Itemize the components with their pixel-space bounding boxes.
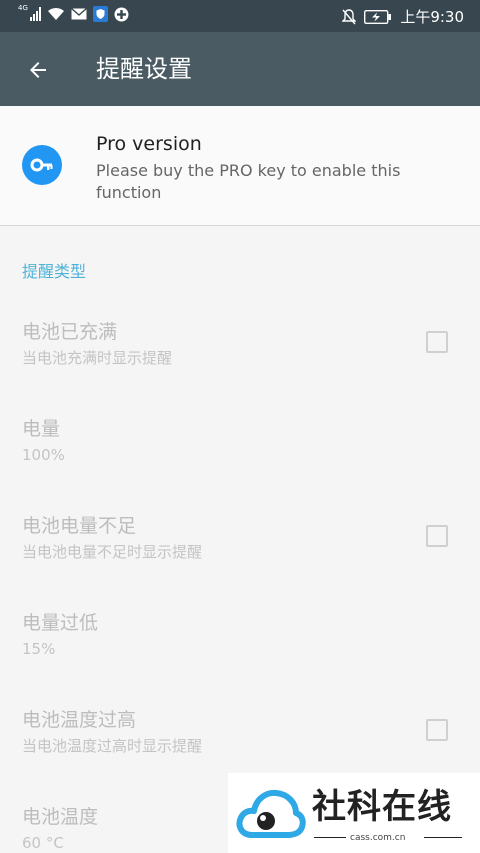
wifi-icon bbox=[47, 7, 64, 20]
pref-battery-low[interactable]: 电池电量不足 当电池电量不足时显示提醒 bbox=[0, 494, 480, 591]
battery-low-checkbox[interactable] bbox=[426, 525, 448, 547]
watermark-rule-right bbox=[424, 837, 462, 838]
clock: 上午9:30 bbox=[400, 8, 464, 26]
pref-temperature-high[interactable]: 电池温度过高 当电池温度过高时显示提醒 bbox=[0, 688, 480, 785]
watermark-url: cass.com.cn bbox=[350, 833, 406, 843]
pro-description: Please buy the PRO key to enable this fu… bbox=[96, 161, 401, 202]
cloud-eye-logo-icon bbox=[236, 789, 306, 838]
watermark-name: 社科在线 bbox=[312, 787, 452, 827]
back-button[interactable] bbox=[18, 50, 58, 90]
preference-list: 电池已充满 当电池充满时显示提醒 电量 100% 电池电量不足 当电池电量不足时… bbox=[0, 300, 480, 853]
pref-battery-full[interactable]: 电池已充满 当电池充满时显示提醒 bbox=[0, 300, 480, 397]
page-title: 提醒设置 bbox=[96, 55, 192, 83]
pref-title: 电量过低 bbox=[22, 612, 99, 634]
network-type: 4G bbox=[18, 3, 28, 12]
pref-title: 电池温度过高 bbox=[22, 709, 137, 731]
status-icons-left: 4G bbox=[18, 3, 129, 22]
watermark: 社科在线 cass.com.cn bbox=[228, 773, 480, 853]
add-circle-icon bbox=[114, 7, 129, 21]
pro-version-banner[interactable]: Pro version Please buy the PRO key to en… bbox=[0, 106, 480, 226]
pref-title: 电池电量不足 bbox=[22, 515, 137, 537]
watermark-rule-left bbox=[314, 837, 346, 838]
pref-summary: 100% bbox=[22, 446, 65, 464]
pref-title: 电量 bbox=[22, 418, 61, 440]
signal-icon bbox=[29, 7, 41, 21]
pref-charge-level[interactable]: 电量 100% bbox=[0, 397, 480, 494]
battery-full-checkbox[interactable] bbox=[426, 331, 448, 353]
temperature-high-checkbox[interactable] bbox=[426, 719, 448, 741]
pref-summary: 当电池温度过高时显示提醒 bbox=[22, 737, 203, 755]
mute-icon bbox=[342, 8, 357, 24]
arrow-back-icon bbox=[30, 62, 46, 78]
mail-icon bbox=[70, 8, 87, 20]
status-icons-right: 上午9:30 bbox=[342, 6, 464, 27]
battery-charging-icon bbox=[364, 9, 392, 24]
pref-title: 电池已充满 bbox=[22, 321, 118, 343]
pref-low-level[interactable]: 电量过低 15% bbox=[0, 591, 480, 688]
pro-title: Pro version bbox=[96, 133, 202, 155]
pref-summary: 15% bbox=[22, 640, 56, 658]
app-bar: 提醒设置 bbox=[0, 32, 480, 106]
shield-icon bbox=[92, 6, 108, 22]
pref-title: 电池温度 bbox=[22, 806, 99, 828]
pref-summary: 当电池电量不足时显示提醒 bbox=[22, 543, 203, 561]
status-bar: 4G 上午9:30 bbox=[0, 0, 480, 32]
section-header: 提醒类型 bbox=[22, 262, 87, 281]
key-icon bbox=[22, 145, 62, 185]
pref-summary: 60 °C bbox=[22, 834, 64, 852]
pref-summary: 当电池充满时显示提醒 bbox=[22, 349, 173, 367]
